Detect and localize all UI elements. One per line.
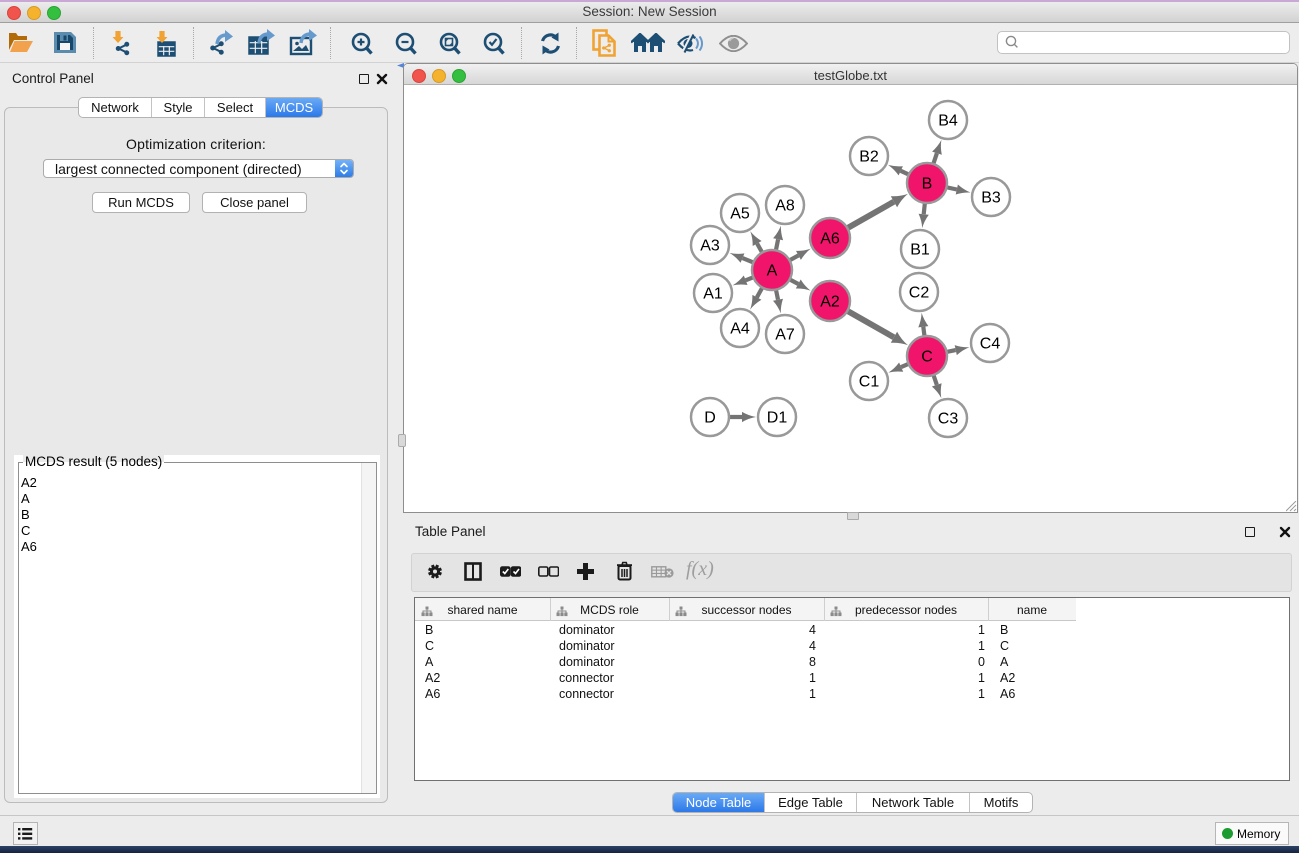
svg-text:A6: A6 — [820, 231, 840, 248]
svg-text:B: B — [922, 176, 933, 193]
svg-text:A2: A2 — [820, 294, 840, 311]
svg-text:D: D — [704, 410, 716, 427]
svg-text:C: C — [921, 349, 933, 366]
svg-text:C1: C1 — [859, 374, 880, 391]
svg-text:A7: A7 — [775, 327, 795, 344]
svg-text:C3: C3 — [938, 411, 959, 428]
svg-text:D1: D1 — [767, 410, 788, 427]
svg-text:A3: A3 — [700, 238, 720, 255]
svg-text:A4: A4 — [730, 321, 750, 338]
svg-text:C4: C4 — [980, 336, 1001, 353]
svg-text:C2: C2 — [909, 285, 930, 302]
svg-text:B3: B3 — [981, 190, 1001, 207]
svg-text:B4: B4 — [938, 113, 958, 130]
svg-text:A1: A1 — [703, 286, 723, 303]
svg-text:A8: A8 — [775, 198, 795, 215]
svg-text:B1: B1 — [910, 242, 930, 259]
svg-text:A5: A5 — [730, 206, 750, 223]
svg-text:B2: B2 — [859, 149, 879, 166]
svg-text:A: A — [767, 263, 778, 280]
